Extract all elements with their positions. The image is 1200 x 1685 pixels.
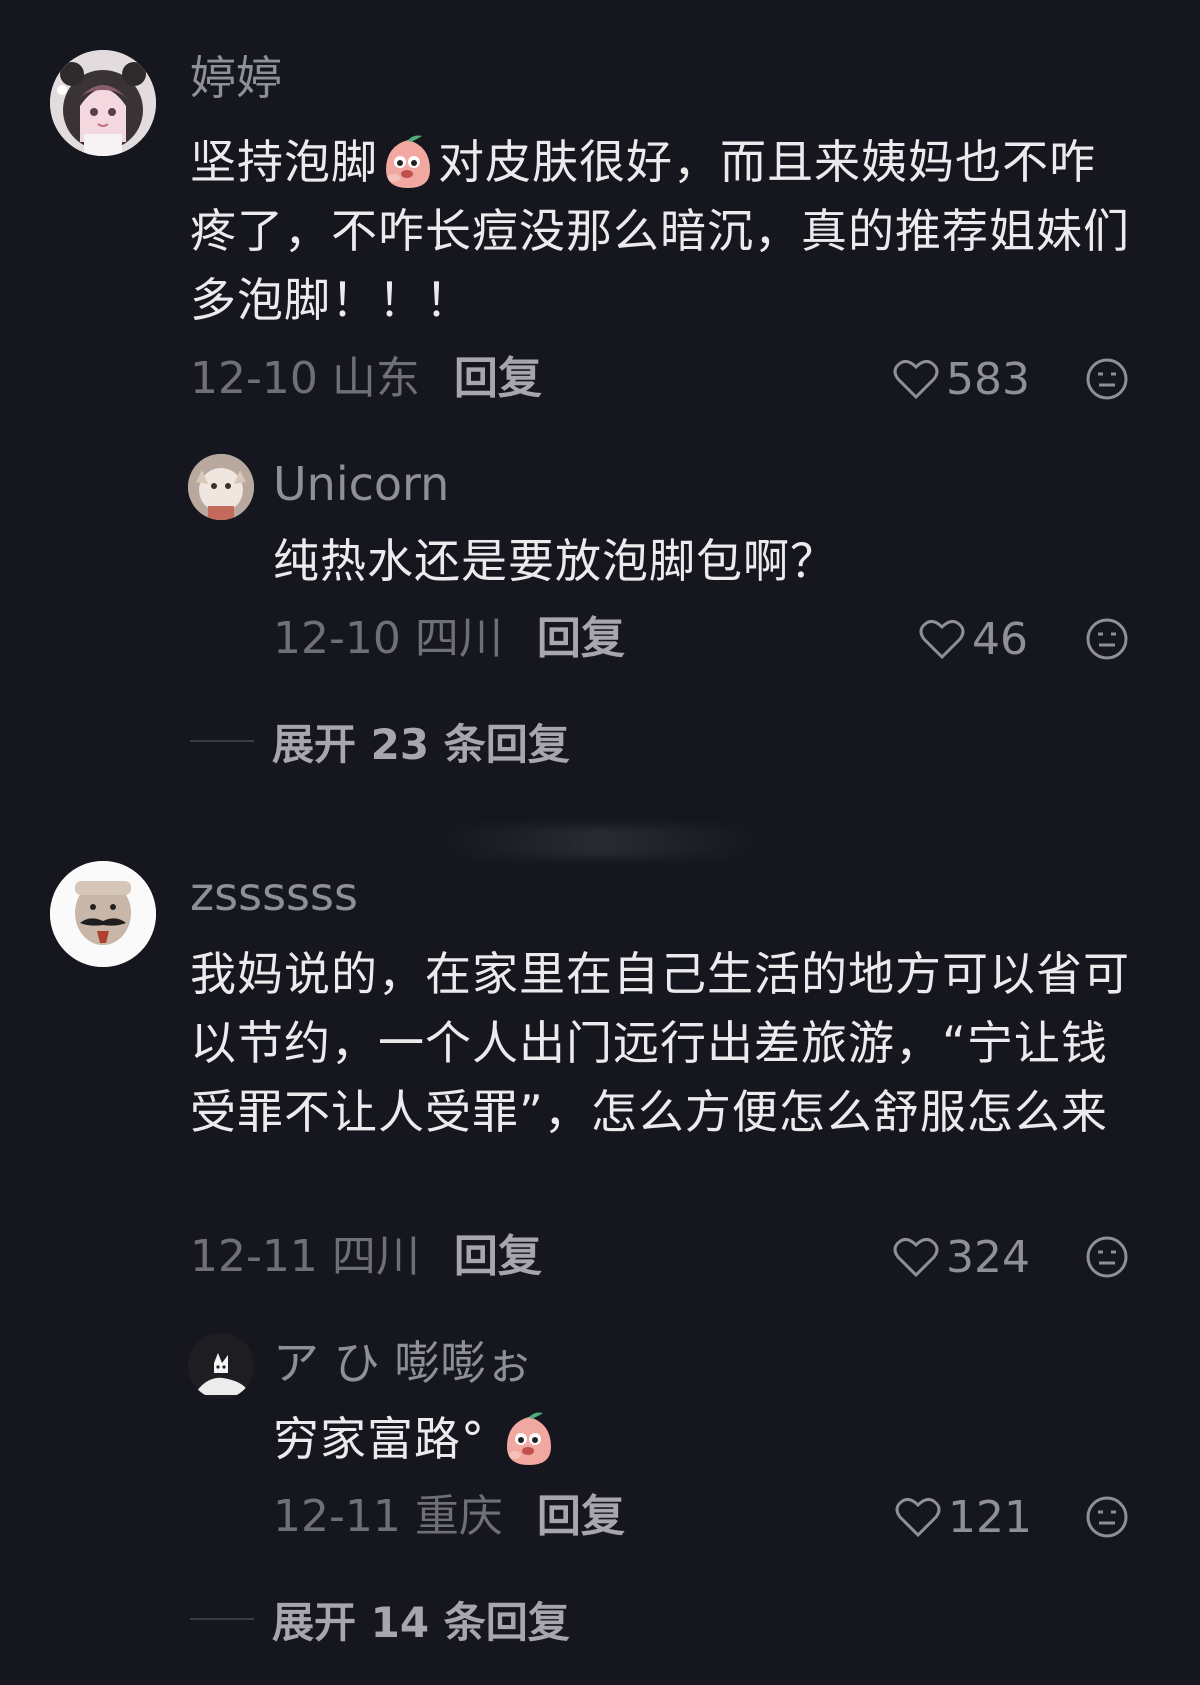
- reply-date: 12-11: [273, 1491, 401, 1542]
- username[interactable]: zssssss: [190, 866, 358, 922]
- reply-username[interactable]: ア ひ 嘭嘭ぉ: [273, 1335, 532, 1391]
- heart-outline-icon: [895, 1498, 941, 1538]
- comment-date: 12-10: [190, 353, 318, 404]
- expand-replies-label: 展开 14 条回复: [272, 1597, 570, 1647]
- reply-text: 纯热水还是要放泡脚包啊？: [273, 534, 837, 588]
- like-count: 583: [946, 353, 1030, 405]
- reply-button[interactable]: 回复: [454, 353, 542, 404]
- reply-location: 四川: [414, 613, 503, 664]
- expand-replies-button[interactable]: 展开 14 条回复: [190, 1591, 570, 1647]
- like-button[interactable]: 583: [892, 351, 1030, 407]
- like-button[interactable]: 121: [894, 1489, 1032, 1545]
- comment-text-part: 坚持泡脚: [190, 135, 378, 189]
- reply-text-part: 穷家富路°: [273, 1412, 485, 1466]
- smiley-face-icon[interactable]: [1085, 1495, 1129, 1539]
- comment-location: 四川: [331, 1231, 420, 1282]
- smiley-face-icon[interactable]: [1085, 357, 1129, 401]
- username[interactable]: 婷婷: [190, 50, 282, 106]
- like-count: 46: [972, 613, 1028, 665]
- expand-replies-label: 展开 23 条回复: [272, 719, 570, 769]
- reply-meta: 12-10 四川 回复: [273, 611, 625, 667]
- divider-line: [190, 740, 254, 742]
- reply-text: 穷家富路°: [273, 1405, 1153, 1474]
- comment-location: 山东: [331, 353, 420, 404]
- comment-text: 我妈说的，在家里在自己生活的地方可以省可以节约，一个人出门远行出差旅游，“宁让钱…: [190, 947, 1130, 1139]
- peach-sticker-icon: [501, 1409, 557, 1467]
- smiley-face-icon[interactable]: [1085, 617, 1129, 661]
- smiley-face-icon[interactable]: [1085, 1235, 1129, 1279]
- heart-outline-icon: [893, 360, 939, 400]
- reply-avatar[interactable]: [188, 454, 254, 520]
- reply-button[interactable]: 回复: [537, 1491, 625, 1542]
- reply-button[interactable]: 回复: [454, 1231, 542, 1282]
- reply-username[interactable]: Unicorn: [273, 456, 449, 512]
- comment-meta: 12-11 四川 回复: [190, 1229, 542, 1285]
- like-count: 324: [946, 1231, 1030, 1283]
- like-count: 121: [948, 1491, 1032, 1543]
- user-avatar[interactable]: [50, 861, 156, 967]
- reply-avatar[interactable]: [188, 1333, 254, 1399]
- heart-outline-icon: [893, 1238, 939, 1278]
- reply-button[interactable]: 回复: [537, 613, 625, 664]
- like-button[interactable]: 46: [918, 611, 1028, 667]
- blurred-overlay: [440, 826, 760, 858]
- reply-location: 重庆: [414, 1491, 503, 1542]
- reply-date: 12-10: [273, 613, 401, 664]
- reply-meta: 12-11 重庆 回复: [273, 1489, 625, 1545]
- expand-replies-button[interactable]: 展开 23 条回复: [190, 713, 570, 769]
- peach-sticker-icon: [380, 132, 436, 190]
- heart-outline-icon: [919, 620, 965, 660]
- user-avatar[interactable]: [50, 50, 156, 156]
- comment-text: 坚持泡脚 对皮肤很好，而且来姨妈也不咋疼了，不咋长痘没那么暗沉，真的推荐姐妹们多…: [190, 128, 1140, 335]
- like-button[interactable]: 324: [892, 1229, 1030, 1285]
- comment-meta: 12-10 山东 回复: [190, 351, 542, 407]
- comment-date: 12-11: [190, 1231, 318, 1282]
- divider-line: [190, 1618, 254, 1620]
